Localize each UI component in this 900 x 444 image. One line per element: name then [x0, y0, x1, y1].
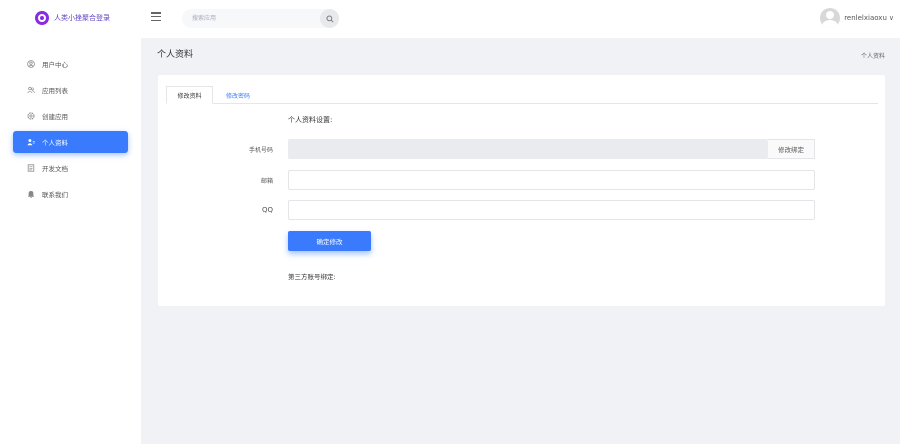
sidebar-item-create-app[interactable]: 创建应用 — [13, 105, 128, 127]
sidebar-item-label: 用户中心 — [42, 61, 68, 69]
document-icon — [27, 164, 35, 172]
sidebar-item-dev-docs[interactable]: 开发文档 — [13, 157, 128, 179]
chevron-down-icon: ∨ — [888, 14, 894, 22]
email-field[interactable] — [288, 170, 815, 190]
gear-icon — [27, 112, 35, 120]
phone-field — [288, 139, 768, 159]
logo-icon — [35, 11, 49, 25]
sidebar-item-label: 创建应用 — [42, 113, 68, 121]
profile-card: 修改资料 修改密码 个人资料设置: 手机号码 修改绑定 邮箱 QQ 确定修改 第… — [158, 75, 885, 306]
section-heading: 个人资料设置: — [288, 116, 333, 124]
breadcrumb: 个人资料 — [860, 53, 885, 60]
sidebar-item-user-center[interactable]: 用户中心 — [13, 53, 128, 75]
logo[interactable]: 人类小挫聚合登录 — [35, 11, 110, 25]
page-title: 个人资料 — [157, 50, 194, 60]
bell-icon — [27, 190, 35, 198]
sidebar-item-label: 应用列表 — [42, 87, 68, 95]
user-menu[interactable]: renlelxiaoxu ∨ — [820, 8, 894, 28]
top-bar: 人类小挫聚合登录 renlelxiaoxu ∨ — [0, 0, 900, 38]
qq-label: QQ — [261, 206, 273, 214]
change-binding-button[interactable]: 修改绑定 — [768, 139, 815, 159]
search-button[interactable] — [320, 9, 339, 28]
tab-bar: 修改资料 修改密码 — [166, 86, 878, 104]
user-circle-icon — [27, 60, 35, 68]
menu-toggle-icon[interactable] — [151, 12, 161, 21]
sidebar-item-label: 开发文档 — [42, 165, 68, 173]
users-icon — [27, 86, 35, 94]
sidebar-item-profile[interactable]: 个人资料 — [13, 131, 128, 153]
sidebar-item-app-list[interactable]: 应用列表 — [13, 79, 128, 101]
search-box — [182, 9, 339, 28]
sidebar: 用户中心 应用列表 创建应用 个人资料 开发文档 联系我们 — [0, 38, 141, 444]
profile-icon — [27, 138, 35, 146]
tab-edit-profile[interactable]: 修改资料 — [166, 86, 213, 104]
tab-change-password[interactable]: 修改密码 — [219, 86, 257, 104]
search-input[interactable] — [192, 12, 310, 25]
email-label: 邮箱 — [260, 178, 273, 185]
phone-label: 手机号码 — [248, 147, 273, 154]
submit-button[interactable]: 确定修改 — [288, 231, 371, 251]
third-party-heading: 第三方账号绑定: — [288, 273, 336, 281]
sidebar-item-contact[interactable]: 联系我们 — [13, 183, 128, 205]
sidebar-item-label: 联系我们 — [42, 191, 68, 199]
sidebar-item-label: 个人资料 — [42, 139, 68, 147]
qq-field[interactable] — [288, 200, 815, 220]
username: renlelxiaoxu — [844, 14, 887, 22]
avatar[interactable] — [820, 8, 841, 28]
search-icon — [325, 14, 334, 23]
logo-text: 人类小挫聚合登录 — [54, 14, 110, 22]
